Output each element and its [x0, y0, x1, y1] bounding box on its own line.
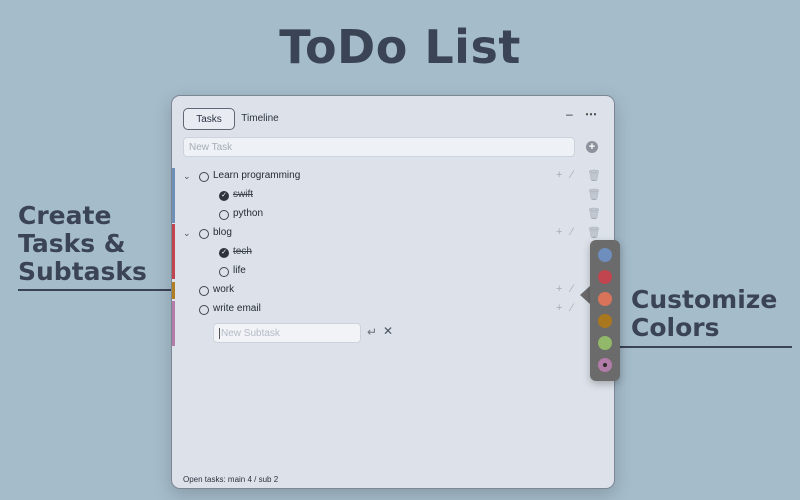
color-swatch-green[interactable] — [598, 336, 612, 350]
task-label: write email — [213, 303, 261, 314]
subtask-row[interactable]: python 🗑 — [172, 206, 614, 225]
todo-window: Tasks Timeline – ⋯ New Task + ⌄ Learn pr… — [171, 95, 615, 489]
chevron-down-icon[interactable]: ⌄ — [183, 171, 191, 182]
subtask-label: tech — [233, 246, 252, 257]
task-checkbox[interactable] — [199, 305, 209, 315]
subtask-row[interactable]: ✓ swift 🗑 — [172, 187, 614, 206]
callout-line-2: Colors — [631, 313, 720, 342]
add-subtask-icon[interactable]: + — [556, 226, 562, 238]
tab-tasks[interactable]: Tasks — [183, 108, 235, 130]
checked-icon[interactable]: ✓ — [219, 191, 229, 201]
customize-colors-callout: Customize Colors — [631, 286, 777, 342]
trash-icon[interactable]: 🗑 — [587, 207, 601, 220]
add-subtask-icon[interactable]: + — [556, 283, 562, 295]
task-label: work — [213, 284, 235, 295]
trash-icon[interactable]: 🗑 — [587, 226, 601, 239]
palette-arrow — [580, 286, 590, 304]
subtask-checkbox[interactable] — [219, 210, 229, 220]
checked-icon[interactable]: ✓ — [219, 248, 229, 258]
trash-icon[interactable]: 🗑 — [587, 169, 601, 182]
close-icon[interactable]: ✕ — [383, 324, 393, 338]
more-options-icon[interactable]: ⋯ — [585, 107, 597, 121]
task-row[interactable]: work + ⁄ — [172, 282, 614, 301]
color-palette — [590, 240, 620, 381]
callout-line-2: Tasks & — [18, 229, 126, 258]
edit-icon[interactable]: ⁄ — [571, 169, 573, 181]
selected-indicator — [603, 363, 607, 367]
callout-line-1: Customize — [631, 285, 778, 314]
task-label: blog — [213, 227, 232, 238]
chevron-down-icon[interactable]: ⌄ — [183, 228, 191, 239]
color-swatch-red[interactable] — [598, 270, 612, 284]
edit-icon[interactable]: ⁄ — [571, 226, 573, 238]
trash-icon[interactable]: 🗑 — [587, 188, 601, 201]
color-swatch-blue[interactable] — [598, 248, 612, 262]
subtask-label: life — [233, 265, 246, 276]
minimize-icon[interactable]: – — [566, 107, 573, 121]
add-subtask-icon[interactable]: + — [556, 302, 562, 314]
color-swatch-purple[interactable] — [598, 358, 612, 372]
new-subtask-input[interactable]: New Subtask — [213, 323, 361, 343]
add-task-icon[interactable]: + — [586, 141, 598, 153]
subtask-row[interactable]: ✓ tech — [172, 244, 614, 263]
create-tasks-callout: Create Tasks & Subtasks — [18, 202, 147, 286]
create-tasks-underline — [18, 289, 172, 291]
customize-colors-underline — [620, 346, 792, 348]
task-checkbox[interactable] — [199, 229, 209, 239]
color-swatch-orange[interactable] — [598, 292, 612, 306]
subtask-label: python — [233, 208, 264, 219]
new-task-input[interactable]: New Task — [183, 137, 575, 157]
add-subtask-icon[interactable]: + — [556, 169, 562, 181]
enter-icon[interactable]: ↵ — [367, 325, 377, 339]
callout-line-1: Create — [18, 201, 112, 230]
tab-timeline[interactable]: Timeline — [238, 108, 282, 128]
callout-line-3: Subtasks — [18, 257, 147, 286]
task-checkbox[interactable] — [199, 286, 209, 296]
text-cursor — [219, 328, 220, 339]
task-row[interactable]: ⌄ Learn programming + ⁄ 🗑 — [172, 168, 614, 187]
new-subtask-placeholder: New Subtask — [221, 328, 280, 340]
subtask-label: swift — [233, 189, 253, 200]
subtask-row[interactable]: life — [172, 263, 614, 282]
status-text: Open tasks: main 4 / sub 2 — [183, 475, 279, 484]
hero-title: ToDo List — [279, 20, 521, 74]
task-row[interactable]: ⌄ blog + ⁄ 🗑 — [172, 225, 614, 244]
task-checkbox[interactable] — [199, 172, 209, 182]
edit-icon[interactable]: ⁄ — [571, 302, 573, 314]
task-row[interactable]: write email + ⁄ — [172, 301, 614, 320]
color-swatch-brown[interactable] — [598, 314, 612, 328]
subtask-checkbox[interactable] — [219, 267, 229, 277]
edit-icon[interactable]: ⁄ — [571, 283, 573, 295]
task-label: Learn programming — [213, 170, 301, 181]
